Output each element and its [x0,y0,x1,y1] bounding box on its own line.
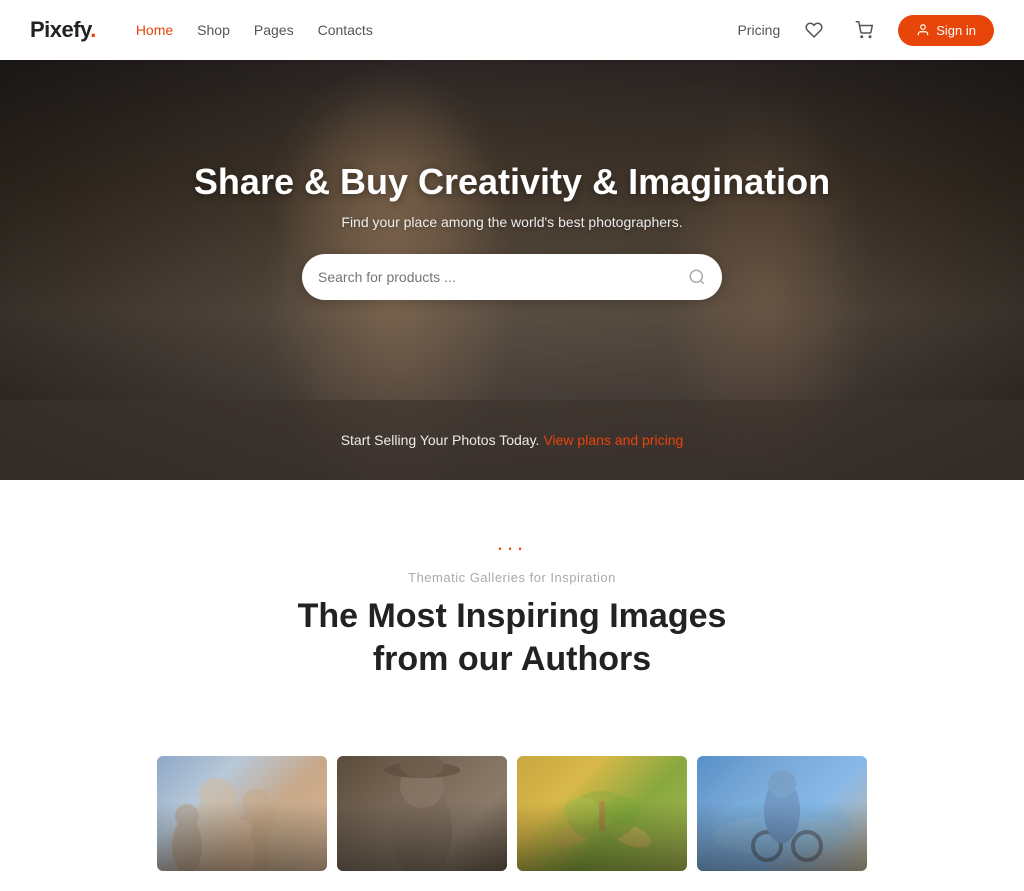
logo: Pixefy. [30,17,96,43]
wishlist-button[interactable] [798,14,830,46]
search-input[interactable] [318,269,688,285]
thematic-section: ... Thematic Galleries for Inspiration T… [0,480,1024,756]
gallery-fashion-bg [337,756,507,871]
signin-button[interactable]: Sign in [898,15,994,46]
hero-section: Share & Buy Creativity & Imagination Fin… [0,60,1024,480]
header-right: Pricing Sign in [737,14,994,46]
gallery-item-nature[interactable]: Nature [517,756,687,871]
hero-bottom-banner: Start Selling Your Photos Today. View pl… [0,400,1024,480]
search-bar [302,254,722,300]
gallery-family-bg [157,756,327,871]
hero-title: Share & Buy Creativity & Imagination [194,160,830,203]
nav-home[interactable]: Home [136,22,173,38]
search-icon [688,268,706,286]
gallery-nature-bg [517,756,687,871]
cart-icon [855,21,873,39]
main-nav: Home Shop Pages Contacts [136,22,738,38]
section-subtitle: Thematic Galleries for Inspiration [30,570,994,585]
hero-content: Share & Buy Creativity & Imagination Fin… [194,160,830,379]
gallery-item-travel[interactable]: Travel [697,756,867,871]
cart-button[interactable] [848,14,880,46]
gallery-item-fashion[interactable]: Fashion [337,756,507,871]
travel-illustration [697,756,867,871]
section-title: The Most Inspiring Images from our Autho… [30,595,994,680]
hero-subtitle: Find your place among the world's best p… [194,214,830,230]
nav-pages[interactable]: Pages [254,22,294,38]
signin-label: Sign in [936,23,976,38]
hero-bottom-text: Start Selling Your Photos Today. [341,432,540,448]
nav-shop[interactable]: Shop [197,22,230,38]
logo-dot: . [90,17,96,42]
user-icon [916,23,930,37]
family-illustration [157,756,327,871]
nav-contacts[interactable]: Contacts [318,22,373,38]
gallery-grid: Family Fashion Nature [0,756,1024,891]
heart-icon [805,21,823,39]
gallery-travel-bg [697,756,867,871]
nature-illustration [517,756,687,871]
view-plans-link[interactable]: View plans and pricing [543,432,683,448]
gallery-item-family[interactable]: Family [157,756,327,871]
header: Pixefy. Home Shop Pages Contacts Pricing… [0,0,1024,60]
fashion-illustration [337,756,507,871]
section-dots: ... [30,530,994,556]
pricing-link[interactable]: Pricing [737,22,780,38]
